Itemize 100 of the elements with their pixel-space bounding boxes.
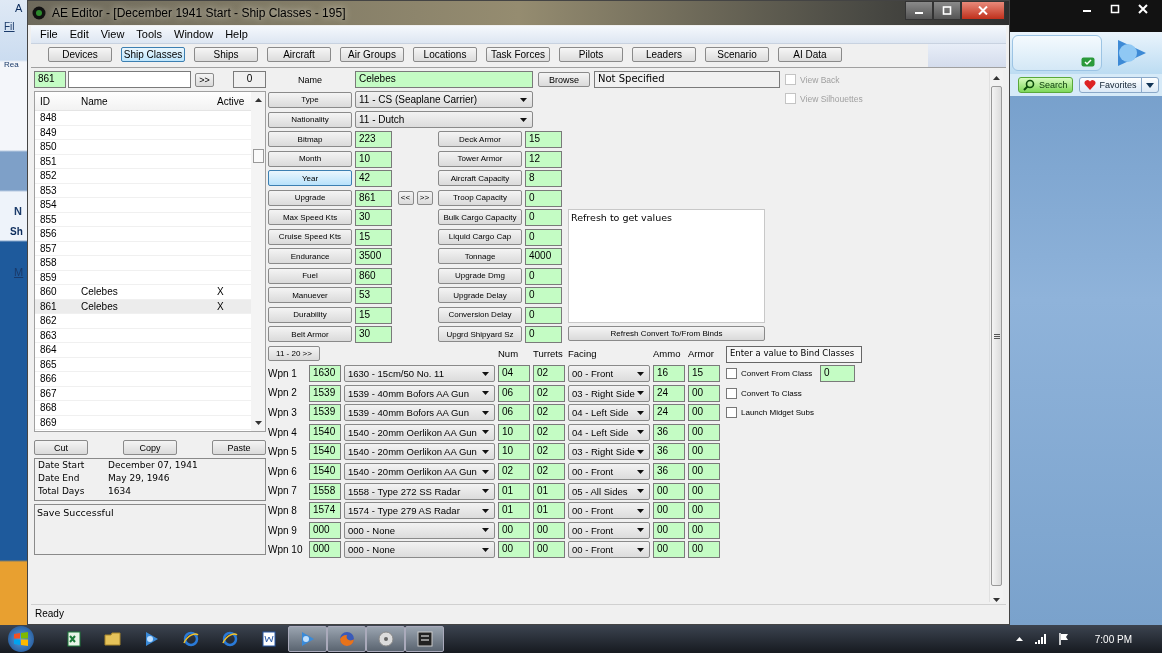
search-button[interactable]: Search [1018, 77, 1073, 93]
value-field[interactable]: 24 [653, 384, 685, 402]
value-field[interactable]: 02 [533, 443, 565, 461]
list-row[interactable]: 869 [35, 415, 251, 430]
action-button[interactable]: Cut [34, 440, 88, 455]
value-field[interactable]: 00 [688, 463, 720, 481]
value-field[interactable]: 30 [355, 209, 392, 226]
value-field[interactable]: 01 [498, 502, 530, 520]
field-button[interactable]: Month [268, 150, 352, 167]
close-button[interactable] [961, 1, 1005, 20]
value-field[interactable]: 12 [525, 150, 562, 168]
menu-item[interactable]: Help [219, 26, 254, 43]
field-button[interactable]: Upgrade [268, 189, 352, 206]
field-button[interactable]: Manuever [268, 287, 352, 303]
value-field[interactable]: 06 [498, 384, 530, 402]
value-field[interactable]: 0 [525, 267, 562, 285]
value-field[interactable]: 02 [498, 463, 530, 481]
value-field[interactable]: 0 [525, 287, 562, 304]
list-row[interactable]: 853 [35, 183, 251, 198]
dropdown[interactable]: 00 - Front [568, 365, 650, 383]
value-field[interactable]: 0 [525, 209, 562, 226]
value-field[interactable]: 02 [533, 384, 565, 402]
toolbar-tab[interactable]: Scenario [705, 47, 769, 62]
value-field[interactable]: 00 [653, 502, 685, 520]
dropdown[interactable]: 03 - Right Side [568, 443, 650, 461]
scrollbar[interactable] [251, 92, 265, 431]
dropdown[interactable]: 000 - None [344, 521, 495, 539]
value-field[interactable]: 00 [653, 482, 685, 500]
field-button[interactable]: Upgrade Dmg [438, 267, 522, 284]
list-row[interactable]: 866 [35, 372, 251, 387]
field-button[interactable]: Tonnage [438, 248, 522, 264]
list-row[interactable]: 855 [35, 212, 251, 227]
value-field[interactable]: 36 [653, 463, 685, 481]
list-row[interactable]: 858 [35, 256, 251, 271]
dropdown[interactable]: 1540 - 20mm Oerlikon AA Gun [344, 443, 495, 461]
value-field[interactable]: 00 [688, 443, 720, 461]
value-field[interactable]: 02 [533, 365, 565, 383]
menu-item[interactable]: Edit [63, 26, 95, 43]
value-field[interactable]: 8 [525, 170, 562, 187]
scroll-thumb[interactable] [991, 86, 1002, 586]
value-field[interactable]: 00 [688, 404, 720, 422]
list-row[interactable]: 850 [35, 140, 251, 155]
list-row[interactable]: 865 [35, 357, 251, 372]
value-field[interactable]: 02 [533, 463, 565, 481]
field-button[interactable]: Type [268, 91, 352, 108]
value-field[interactable]: 00 [533, 521, 565, 539]
scroll-thumb[interactable] [252, 149, 264, 163]
list-row[interactable]: 854 [35, 198, 251, 213]
toolbar-tab[interactable]: Aircraft [267, 47, 331, 62]
field-button[interactable]: Cruise Speed Kts [268, 228, 352, 245]
list-row[interactable]: 868 [35, 401, 251, 416]
list-row[interactable]: 848 [35, 111, 251, 126]
list-row[interactable]: 852 [35, 169, 251, 184]
field-button[interactable]: Durability [268, 306, 352, 323]
dropdown[interactable]: 04 - Left Side [568, 423, 650, 441]
value-field[interactable]: 01 [533, 482, 565, 500]
value-field[interactable]: 861 [355, 189, 392, 207]
dropdown[interactable]: 05 - All Sides [568, 482, 650, 500]
taskbar-button[interactable] [405, 626, 444, 652]
field-button[interactable]: Tower Armor [438, 150, 522, 167]
value-field[interactable]: 10 [498, 423, 530, 441]
maximize-button[interactable] [933, 1, 961, 20]
value-field[interactable]: 00 [533, 541, 565, 559]
action-button[interactable]: Paste [212, 440, 266, 455]
field-button[interactable]: Upgrade Delay [438, 287, 522, 303]
value-field[interactable]: 53 [355, 287, 392, 304]
dropdown[interactable]: 1558 - Type 272 SS Radar [344, 482, 495, 500]
value-field[interactable]: 16 [653, 365, 685, 383]
list-row[interactable]: 851 [35, 154, 251, 169]
id-field[interactable]: 861 [34, 71, 66, 88]
field-button[interactable]: Max Speed Kts [268, 209, 352, 225]
value-field[interactable]: 36 [653, 423, 685, 441]
value-field[interactable]: 15 [355, 228, 392, 246]
dropdown[interactable]: 00 - Front [568, 502, 650, 520]
field-button[interactable]: Conversion Delay [438, 306, 522, 323]
value-field[interactable]: 1539 [309, 404, 341, 422]
value-field[interactable]: 0 [525, 228, 562, 246]
value-field[interactable]: 01 [533, 502, 565, 520]
dropdown[interactable]: 03 - Right Side [568, 384, 650, 402]
value-field[interactable]: 04 [498, 365, 530, 383]
value-field[interactable]: 00 [653, 521, 685, 539]
value-field[interactable]: 00 [498, 521, 530, 539]
checkbox[interactable] [726, 407, 737, 419]
dropdown[interactable]: 1539 - 40mm Bofors AA Gun [344, 384, 495, 402]
dropdown[interactable]: 000 - None [344, 541, 495, 559]
go-button[interactable]: >> [195, 72, 214, 87]
value-field[interactable]: 00 [688, 502, 720, 520]
toolbar-tab[interactable]: Devices [48, 47, 112, 62]
start-button[interactable] [8, 626, 34, 652]
clock[interactable]: 7:00 PM [1094, 633, 1132, 645]
value-field[interactable]: 15 [355, 306, 392, 324]
dropdown[interactable]: 1539 - 40mm Bofors AA Gun [344, 404, 495, 422]
menu-item[interactable]: View [94, 26, 131, 43]
value-field[interactable]: 10 [355, 150, 392, 168]
dropdown[interactable]: 11 - Dutch [355, 111, 533, 128]
menu-item[interactable]: Window [168, 26, 220, 43]
name-field[interactable]: Celebes [355, 71, 533, 88]
value-field[interactable]: 1540 [309, 443, 341, 461]
toolbar-tab[interactable]: Ships [194, 47, 258, 62]
search-field[interactable] [68, 71, 191, 88]
